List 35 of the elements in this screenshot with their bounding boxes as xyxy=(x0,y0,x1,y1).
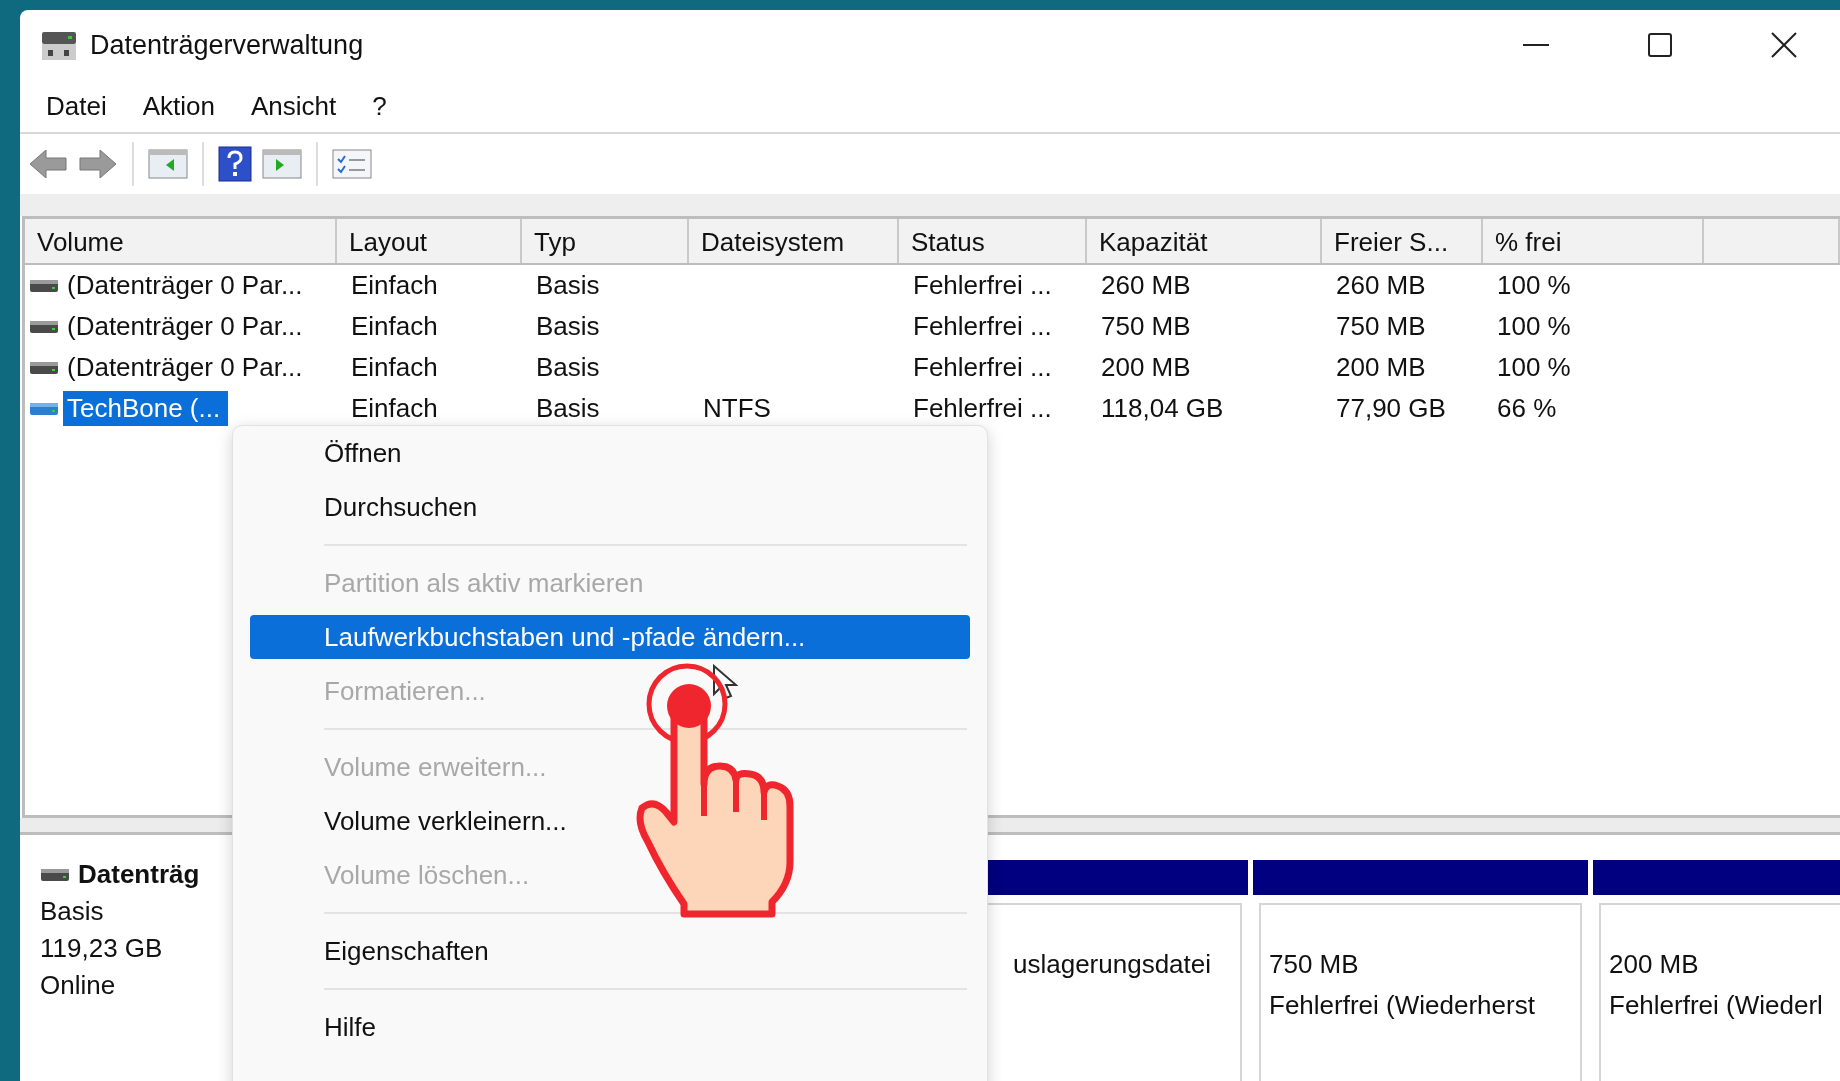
table-cell-text: Einfach xyxy=(350,393,439,424)
disk-size: 119,23 GB xyxy=(40,933,164,964)
table-cell-text: Basis xyxy=(535,270,601,301)
table-cell-text: 100 % xyxy=(1496,352,1572,383)
table-cell-text: 750 MB xyxy=(1100,311,1192,342)
table-cell-text: Einfach xyxy=(350,352,439,383)
partition-text: 200 MB xyxy=(1609,949,1700,980)
table-cell-text: Einfach xyxy=(350,270,439,301)
partition-text: 750 MB xyxy=(1269,949,1360,980)
table-cell-text: 100 % xyxy=(1496,270,1572,301)
table-cell-text: 77,90 GB xyxy=(1335,393,1447,424)
table-cell-text: Einfach xyxy=(350,311,439,342)
table-cell-text: Basis xyxy=(535,352,601,383)
disk-name: Datenträg xyxy=(78,859,200,890)
table-cell-text: Fehlerfrei ... xyxy=(912,311,1053,342)
table-cell-text: 750 MB xyxy=(1335,311,1427,342)
table-cell-text: NTFS xyxy=(702,393,772,424)
table-cell-text: 200 MB xyxy=(1100,352,1192,383)
table-cell-text: Fehlerfrei ... xyxy=(912,352,1053,383)
table-cell-text: Fehlerfrei ... xyxy=(912,393,1053,424)
table-cell-text: Basis xyxy=(535,393,601,424)
table-cell-text: 200 MB xyxy=(1335,352,1427,383)
partition-text: Fehlerfrei (Wiederl xyxy=(1609,990,1824,1021)
table-cell-text: Fehlerfrei ... xyxy=(912,270,1053,301)
partition-text: Fehlerfrei (Wiederherst xyxy=(1269,990,1536,1021)
window-title: Datenträgerverwaltung xyxy=(90,29,365,61)
disk-status: Online xyxy=(40,970,117,1001)
partition-text: uslagerungsdatei xyxy=(1013,949,1213,980)
table-cell-text: Basis xyxy=(535,311,601,342)
table-cell-text: 100 % xyxy=(1496,311,1572,342)
table-cell-text: 260 MB xyxy=(1335,270,1427,301)
disk-type: Basis xyxy=(40,896,105,927)
table-cell-text: 66 % xyxy=(1496,393,1558,424)
table-cell-text: 118,04 GB xyxy=(1100,393,1225,424)
table-cell-text: 260 MB xyxy=(1100,270,1192,301)
